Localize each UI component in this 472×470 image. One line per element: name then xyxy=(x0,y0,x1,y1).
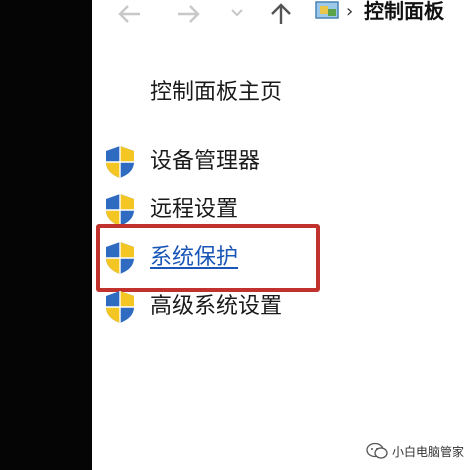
up-button[interactable] xyxy=(267,2,295,26)
sidebar-item-label: 高级系统设置 xyxy=(150,294,283,319)
watermark: 小白电脑管家 xyxy=(366,442,464,460)
watermark-text: 小白电脑管家 xyxy=(391,444,464,459)
navigation-bar: › 控制面板 xyxy=(92,0,472,40)
system-window: › 控制面板 控制面板主页 设备管理器 远程设置 系统保护 高级系统设置 小白电… xyxy=(92,0,472,470)
arrow-right-icon xyxy=(178,5,200,23)
shield-icon xyxy=(106,146,134,178)
breadcrumb-control-panel[interactable]: 控制面板 xyxy=(364,0,444,26)
arrow-left-icon xyxy=(118,5,140,23)
arrow-up-icon xyxy=(271,3,291,24)
shield-icon xyxy=(106,291,134,323)
breadcrumb-separator: › xyxy=(346,1,354,22)
sidebar-item-remote-settings[interactable]: 远程设置 xyxy=(104,192,238,228)
sidebar-item-label: 设备管理器 xyxy=(150,149,261,174)
chevron-down-icon xyxy=(231,9,243,17)
forward-button[interactable] xyxy=(174,2,202,26)
back-button[interactable] xyxy=(116,2,144,26)
control-panel-home-link[interactable]: 控制面板主页 xyxy=(150,78,282,108)
recent-locations-button[interactable] xyxy=(229,2,245,26)
shield-icon xyxy=(106,242,134,274)
shield-icon xyxy=(106,194,134,226)
sidebar-item-label: 系统保护 xyxy=(150,245,239,270)
left-dark-bar xyxy=(0,0,92,470)
sidebar-item-advanced-system-settings[interactable]: 高级系统设置 xyxy=(104,289,282,325)
control-panel-icon xyxy=(314,0,342,24)
wechat-icon xyxy=(366,442,388,459)
sidebar-item-system-protection[interactable]: 系统保护 xyxy=(104,240,238,276)
sidebar-item-device-manager[interactable]: 设备管理器 xyxy=(104,144,260,180)
sidebar-item-label: 远程设置 xyxy=(150,197,239,222)
